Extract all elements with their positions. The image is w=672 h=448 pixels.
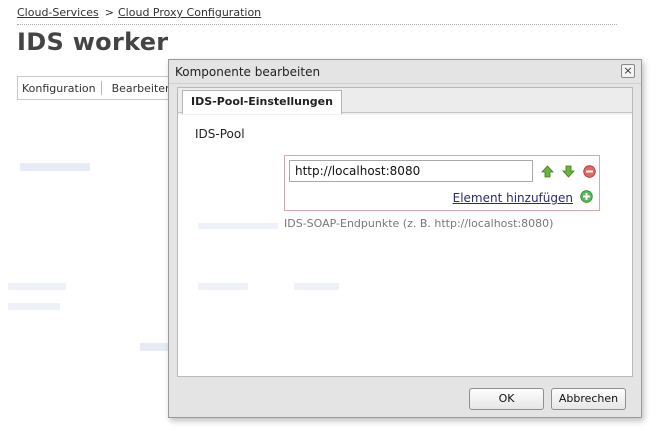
dialog-title: Komponente bearbeiten	[175, 65, 321, 79]
add-element-link[interactable]: Element hinzufügen	[453, 191, 573, 205]
cancel-button[interactable]: Abbrechen	[551, 388, 626, 410]
dialog-panel: IDS-Pool-Einstellungen IDS-Pool Element …	[177, 87, 633, 377]
remove-icon[interactable]	[583, 165, 596, 178]
dialog-header: Komponente bearbeiten ×	[169, 60, 641, 84]
ghost-text	[20, 163, 90, 171]
ghost-text	[198, 223, 278, 229]
tab-ids-pool-settings[interactable]: IDS-Pool-Einstellungen	[182, 90, 342, 114]
ids-pool-hint: IDS-SOAP-Endpunkte (z. B. http://localho…	[284, 217, 554, 230]
tab-content: IDS-Pool Element hinzufügen	[178, 115, 632, 376]
ghost-text	[198, 283, 248, 290]
ghost-text	[294, 283, 339, 290]
edit-component-dialog: Komponente bearbeiten × IDS-Pool-Einstel…	[168, 59, 642, 418]
ok-button[interactable]: OK	[469, 388, 544, 410]
ids-pool-label: IDS-Pool	[195, 127, 245, 141]
ids-pool-multifield: Element hinzufügen	[284, 155, 600, 211]
header-divider	[17, 24, 617, 25]
close-icon: ×	[623, 64, 633, 77]
breadcrumb-cloud-services[interactable]: Cloud-Services	[17, 6, 99, 19]
breadcrumb-cloud-proxy-configuration[interactable]: Cloud Proxy Configuration	[118, 6, 261, 19]
page-title: IDS worker	[17, 28, 169, 56]
ghost-text	[8, 283, 66, 290]
tab-strip: IDS-Pool-Einstellungen	[178, 88, 632, 114]
breadcrumb-separator: >	[104, 6, 114, 19]
tab-konfiguration[interactable]: Konfiguration	[22, 82, 101, 95]
page-tabs: Konfiguration Bearbeiten V	[17, 76, 196, 100]
arrow-down-icon[interactable]	[562, 165, 575, 178]
ghost-text	[8, 303, 60, 310]
add-icon[interactable]	[580, 190, 593, 203]
ids-pool-url-input[interactable]	[289, 160, 533, 182]
arrow-up-icon[interactable]	[541, 165, 554, 178]
close-button[interactable]: ×	[621, 64, 635, 78]
dialog-footer: OK Abbrechen	[169, 382, 641, 418]
tab-divider	[100, 81, 107, 95]
breadcrumb: Cloud-Services > Cloud Proxy Configuration	[17, 6, 261, 19]
